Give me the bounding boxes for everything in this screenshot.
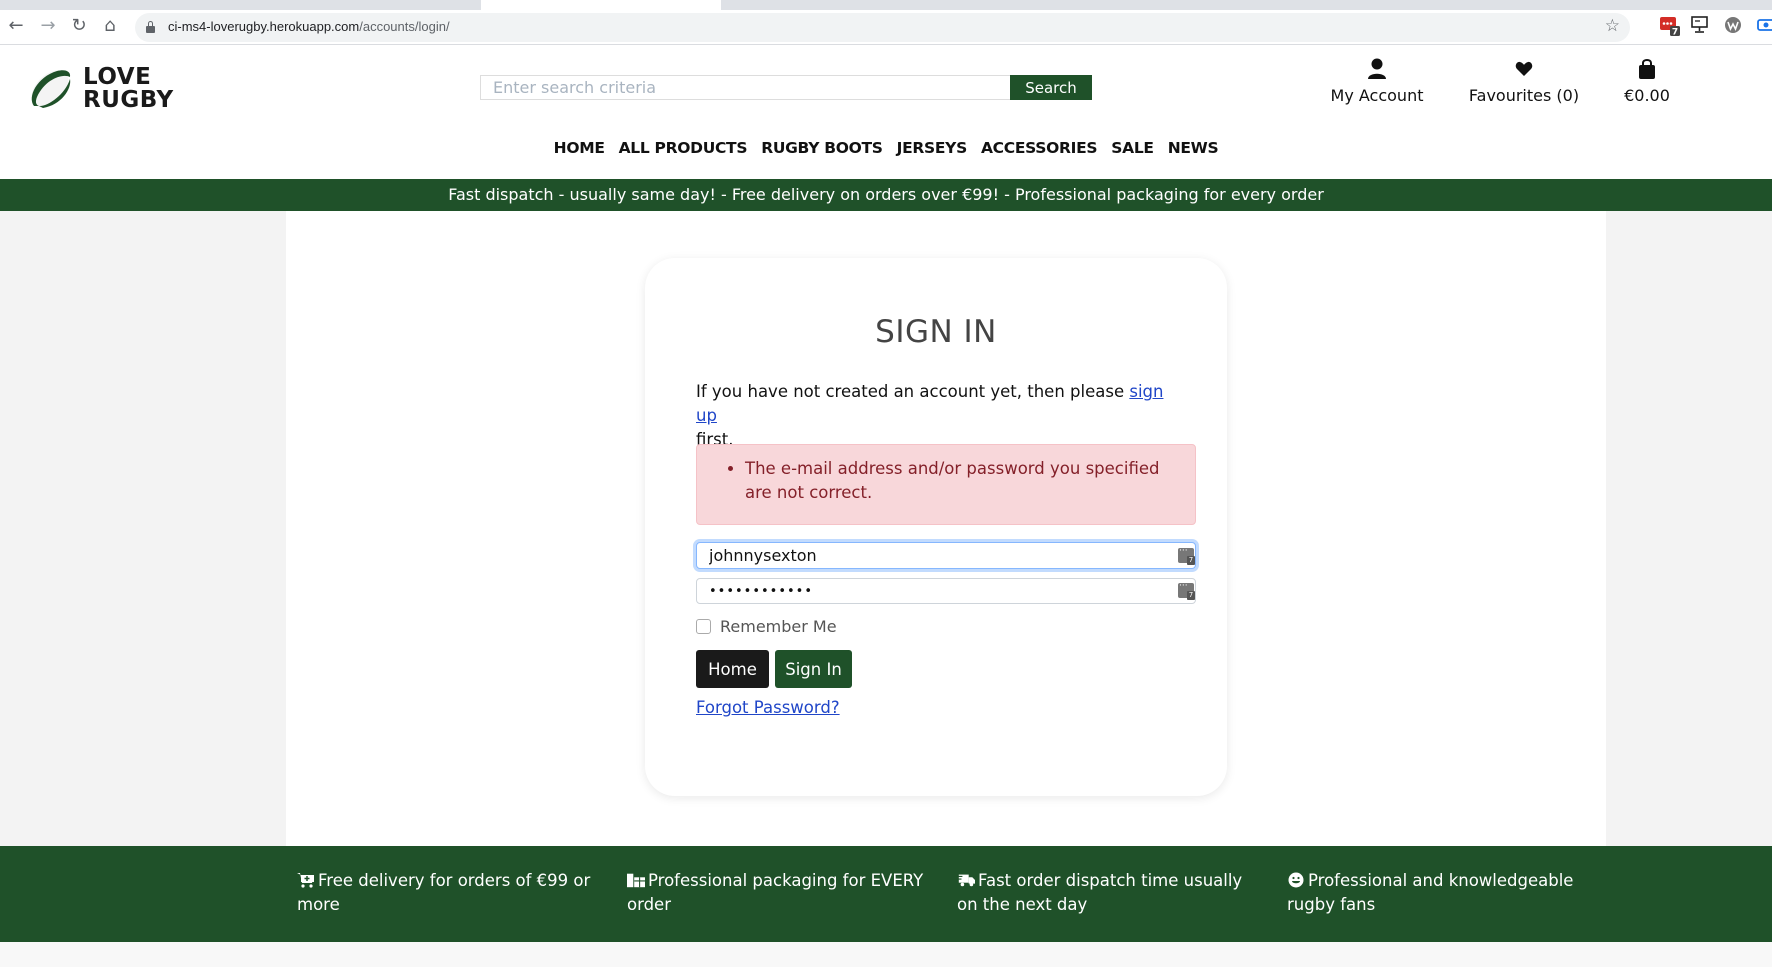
checkbox-icon[interactable]: [696, 618, 711, 634]
footer-feature-text: Fast order dispatch time usually on the …: [957, 871, 1243, 914]
my-account-link[interactable]: My Account: [1327, 57, 1427, 105]
password-field[interactable]: [696, 578, 1196, 604]
signin-card: SIGN IN If you have not created an accou…: [645, 258, 1227, 796]
lock-icon[interactable]: [146, 21, 155, 33]
page-bottom: [0, 942, 1772, 967]
reload-icon[interactable]: ↻: [67, 14, 91, 38]
browser-toolbar: ← → ↻ ⌂ ci-ms4-loverugby.herokuapp.com/a…: [0, 10, 1772, 45]
page-title: SIGN IN: [875, 314, 997, 350]
footer-feature: Free delivery for orders of €99 or more: [297, 869, 597, 917]
shopping-bag-link[interactable]: €0.00: [1612, 57, 1682, 105]
favourites-label: Favourites (0): [1468, 86, 1580, 105]
footer-feature: Professional and knowledgeable rugby fan…: [1287, 869, 1587, 917]
forward-arrow-icon[interactable]: →: [36, 14, 60, 38]
footer-feature: Fast order dispatch time usually on the …: [957, 869, 1257, 917]
cart-plus-icon: [297, 873, 314, 888]
nav-sale[interactable]: SALE: [1111, 139, 1154, 157]
search-button[interactable]: Search: [1010, 75, 1092, 100]
password-manager-icon[interactable]: [1178, 581, 1195, 600]
home-button[interactable]: Home: [696, 650, 769, 688]
promo-banner: Fast dispatch - usually same day! - Free…: [0, 179, 1772, 211]
home-icon[interactable]: ⌂: [98, 14, 122, 38]
favourites-link[interactable]: Favourites (0): [1464, 57, 1584, 105]
nav-jerseys[interactable]: JERSEYS: [897, 139, 968, 157]
nav-news[interactable]: NEWS: [1168, 139, 1219, 157]
footer-features: Free delivery for orders of €99 or more …: [0, 846, 1772, 942]
password-manager-icon[interactable]: [1178, 546, 1195, 565]
my-account-label: My Account: [1330, 86, 1424, 105]
svg-text:7: 7: [1672, 28, 1678, 38]
footer-feature-text: Professional and knowledgeable rugby fan…: [1287, 871, 1574, 914]
wordpress-extension-icon[interactable]: [1723, 15, 1743, 35]
sign-in-button[interactable]: Sign In: [775, 650, 852, 688]
site-header: LOVE RUGBY Search My Account Favourites …: [0, 45, 1772, 179]
heart-icon: [1515, 61, 1533, 76]
search-input[interactable]: [480, 75, 1011, 100]
nav-accessories[interactable]: ACCESSORIES: [981, 139, 1098, 157]
screen-extension-icon[interactable]: [1690, 15, 1710, 35]
nav-rugby-boots[interactable]: RUGBY BOOTS: [761, 139, 883, 157]
bookmark-star-icon[interactable]: ☆: [1605, 16, 1620, 36]
browser-tab-active[interactable]: [481, 0, 721, 10]
user-icon: [1368, 58, 1386, 79]
browser-tab[interactable]: [0, 0, 480, 10]
bag-total: €0.00: [1624, 86, 1670, 105]
error-message: The e-mail address and/or password you s…: [745, 457, 1165, 505]
signup-prompt: If you have not created an account yet, …: [696, 380, 1186, 452]
nav-home[interactable]: HOME: [554, 139, 605, 157]
rugby-ball-icon: [31, 70, 71, 108]
browser-tab-strip: [0, 0, 1772, 10]
url-text[interactable]: ci-ms4-loverugby.herokuapp.com/accounts/…: [168, 19, 450, 34]
site-logo[interactable]: LOVE RUGBY: [25, 63, 205, 115]
forgot-password-link[interactable]: Forgot Password?: [696, 698, 840, 717]
page-gutter-left: [0, 211, 286, 846]
screencast-extension-icon[interactable]: [1757, 15, 1772, 35]
logo-line-1: LOVE: [83, 64, 152, 90]
shopping-bag-icon: [1639, 59, 1655, 79]
signup-prompt-text: If you have not created an account yet, …: [696, 382, 1130, 401]
footer-feature-text: Free delivery for orders of €99 or more: [297, 871, 591, 914]
back-arrow-icon[interactable]: ←: [4, 14, 28, 38]
footer-feature: Professional packaging for EVERY order: [627, 869, 927, 917]
address-bar[interactable]: ci-ms4-loverugby.herokuapp.com/accounts/…: [135, 13, 1630, 42]
shipping-truck-icon: [957, 874, 975, 887]
gift-box-icon: [627, 873, 645, 888]
page-gutter-right: [1606, 211, 1772, 846]
logo-line-2: RUGBY: [83, 87, 174, 113]
nav-all-products[interactable]: ALL PRODUCTS: [619, 139, 748, 157]
remember-me-label: Remember Me: [720, 616, 837, 636]
username-field[interactable]: [696, 542, 1196, 569]
lastpass-extension-icon[interactable]: 7: [1660, 15, 1680, 38]
error-alert: The e-mail address and/or password you s…: [696, 444, 1196, 525]
main-nav: HOME ALL PRODUCTS RUGBY BOOTS JERSEYS ACCESS…: [0, 139, 1772, 157]
remember-me-checkbox[interactable]: Remember Me: [696, 616, 837, 636]
smile-icon: [1288, 872, 1304, 888]
footer-feature-text: Professional packaging for EVERY order: [627, 871, 924, 914]
search-form: Search: [480, 75, 1092, 100]
logo-text: LOVE RUGBY: [83, 66, 174, 112]
